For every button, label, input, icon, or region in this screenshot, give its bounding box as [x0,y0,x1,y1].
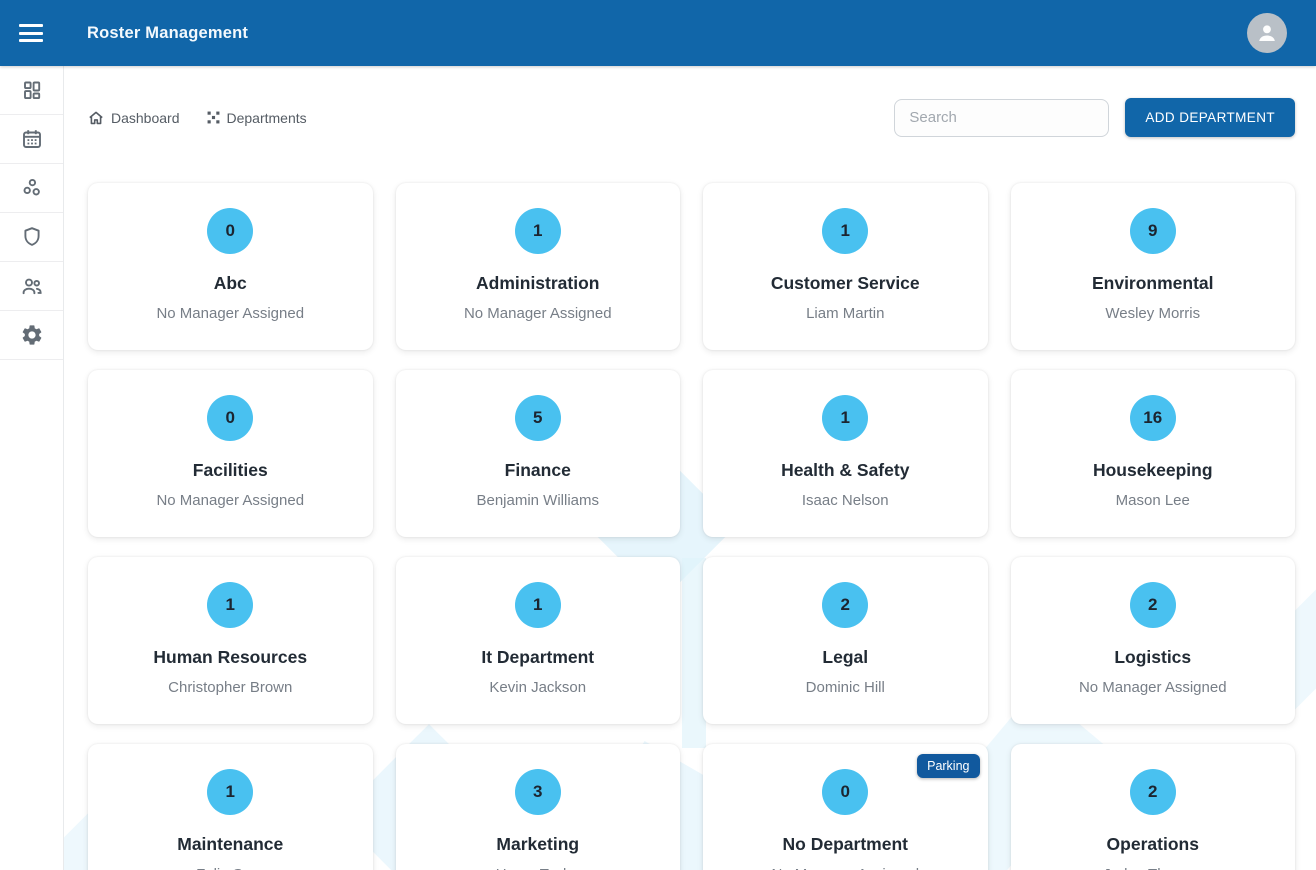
employee-count-badge: 0 [207,395,253,441]
department-card[interactable]: 0 Abc No Manager Assigned [88,183,373,350]
department-manager: Felix Gray [88,866,373,870]
sidebar-item-security[interactable] [0,213,63,262]
gear-icon [20,323,44,347]
department-name: Operations [1011,834,1296,855]
department-name: Facilities [88,460,373,481]
breadcrumb: Dashboard Departments [88,110,307,126]
department-name: Health & Safety [703,460,988,481]
department-manager: No Manager Assigned [1011,679,1296,696]
department-manager: Christopher Brown [88,679,373,696]
department-card[interactable]: 1 Customer Service Liam Martin [703,183,988,350]
sidebar-item-settings[interactable] [0,311,63,360]
employee-count-badge: 9 [1130,208,1176,254]
employee-count-badge: 2 [822,582,868,628]
sidebar-item-employees[interactable] [0,262,63,311]
department-name: No Department [703,834,988,855]
department-card[interactable]: 2 Legal Dominic Hill [703,557,988,724]
departments-grid: 0 Abc No Manager Assigned 1 Administrati… [88,183,1295,870]
employee-count-badge: 1 [515,208,561,254]
department-card[interactable]: 1 It Department Kevin Jackson [396,557,681,724]
department-manager: Benjamin Williams [396,492,681,509]
department-name: Customer Service [703,273,988,294]
top-bar: Roster Management [0,0,1316,66]
sidebar-item-calendar[interactable] [0,115,63,164]
department-card[interactable]: 16 Housekeeping Mason Lee [1011,370,1296,537]
department-manager: Dominic Hill [703,679,988,696]
breadcrumb-label: Departments [227,110,307,126]
department-manager: No Manager Assigned [88,305,373,322]
department-card[interactable]: Parking 0 No Department No Manager Assig… [703,744,988,870]
department-name: Environmental [1011,273,1296,294]
sidebar-item-hierarchy[interactable] [0,164,63,213]
department-manager: Wesley Morris [1011,305,1296,322]
employee-count-badge: 1 [207,769,253,815]
department-card[interactable]: 1 Health & Safety Isaac Nelson [703,370,988,537]
shield-icon [20,225,44,249]
scatter-circles-icon [20,176,44,200]
breadcrumb-label: Dashboard [111,110,180,126]
department-card[interactable]: 0 Facilities No Manager Assigned [88,370,373,537]
department-name: Housekeeping [1011,460,1296,481]
main-content: Dashboard Departments ADD DEPARTMENT 0 A… [64,66,1316,870]
employee-count-badge: 0 [822,769,868,815]
search-input[interactable] [894,99,1109,137]
department-name: Maintenance [88,834,373,855]
department-manager: Jaden Thomas [1011,866,1296,870]
breadcrumb-item-dashboard[interactable]: Dashboard [88,110,180,126]
department-name: Human Resources [88,647,373,668]
department-name: Administration [396,273,681,294]
department-name: Abc [88,273,373,294]
department-manager: Henry Taylor [396,866,681,870]
department-card[interactable]: 9 Environmental Wesley Morris [1011,183,1296,350]
department-manager: Mason Lee [1011,492,1296,509]
department-card[interactable]: 1 Maintenance Felix Gray [88,744,373,870]
department-manager: Isaac Nelson [703,492,988,509]
department-name: Logistics [1011,647,1296,668]
employee-count-badge: 1 [822,208,868,254]
toolbar-actions: ADD DEPARTMENT [894,98,1295,137]
department-card[interactable]: 1 Human Resources Christopher Brown [88,557,373,724]
toolbar-row: Dashboard Departments ADD DEPARTMENT [64,98,1316,137]
department-name: Marketing [396,834,681,855]
add-department-button[interactable]: ADD DEPARTMENT [1125,98,1295,137]
app-title: Roster Management [87,24,248,43]
employee-count-badge: 16 [1130,395,1176,441]
breadcrumb-item-departments[interactable]: Departments [207,110,307,126]
department-manager: Kevin Jackson [396,679,681,696]
hamburger-menu-icon[interactable] [19,22,45,44]
employee-count-badge: 3 [515,769,561,815]
department-manager: No Manager Assigned [396,305,681,322]
department-card[interactable]: 2 Logistics No Manager Assigned [1011,557,1296,724]
department-manager: Liam Martin [703,305,988,322]
department-card[interactable]: 5 Finance Benjamin Williams [396,370,681,537]
department-card[interactable]: 3 Marketing Henry Taylor [396,744,681,870]
department-manager: No Manager Assigned [703,866,988,870]
user-avatar-icon [1254,20,1280,46]
employee-count-badge: 1 [515,582,561,628]
department-name: It Department [396,647,681,668]
department-name: Finance [396,460,681,481]
employee-count-badge: 1 [207,582,253,628]
department-card[interactable]: 2 Operations Jaden Thomas [1011,744,1296,870]
sidebar-item-dashboard[interactable] [0,66,63,115]
home-icon [88,110,104,126]
employee-count-badge: 0 [207,208,253,254]
employee-count-badge: 2 [1130,582,1176,628]
employee-count-badge: 5 [515,395,561,441]
dashboard-grid-icon [20,78,44,102]
employee-count-badge: 1 [822,395,868,441]
department-name: Legal [703,647,988,668]
people-icon [20,274,44,298]
departments-icon [207,111,220,124]
department-manager: No Manager Assigned [88,492,373,509]
calendar-icon [20,127,44,151]
user-avatar[interactable] [1247,13,1287,53]
employee-count-badge: 2 [1130,769,1176,815]
sidebar [0,66,64,870]
department-badge: Parking [917,754,979,778]
department-card[interactable]: 1 Administration No Manager Assigned [396,183,681,350]
